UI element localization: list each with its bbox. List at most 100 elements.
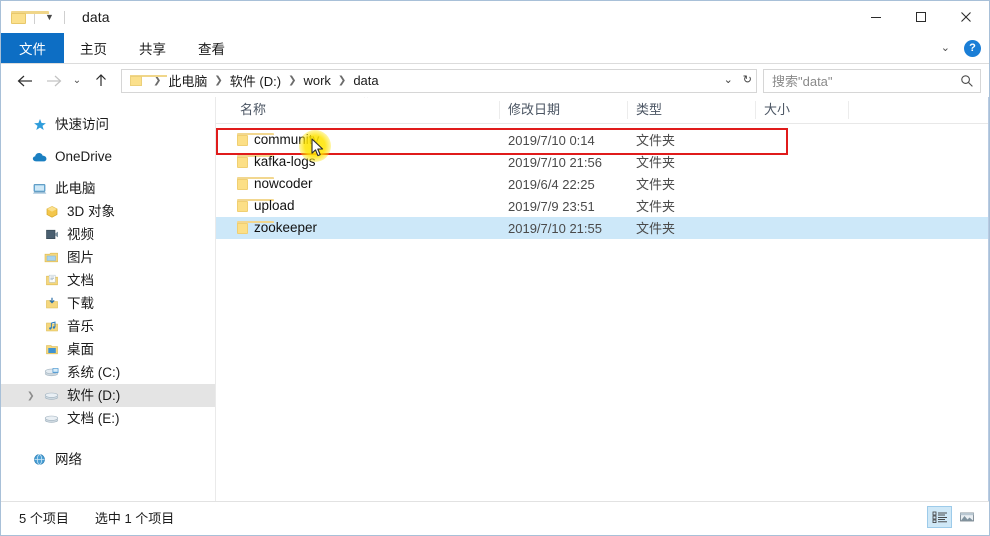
- sidebar-item-network[interactable]: 网络: [1, 448, 216, 471]
- sidebar-item-onedrive[interactable]: OneDrive: [1, 145, 216, 168]
- breadcrumb-separator[interactable]: ❯: [148, 75, 166, 86]
- explorer-body: 快速访问 OneDrive 此电脑 3D 对象 视频 图片 文档 下载 音乐 桌…: [1, 97, 989, 501]
- column-headers: 名称 ⌃ 修改日期 类型 大小: [216, 97, 989, 124]
- table-row[interactable]: kafka-logs 2019/7/10 21:56 文件夹: [216, 151, 989, 173]
- sidebar-item-downloads[interactable]: 下载: [1, 292, 216, 315]
- file-date: 2019/7/10 21:55: [508, 221, 602, 236]
- close-icon[interactable]: [943, 1, 989, 33]
- chevron-down-icon[interactable]: ⌄: [724, 75, 733, 86]
- sidebar-item-3d-objects[interactable]: 3D 对象: [1, 200, 216, 223]
- tab-file[interactable]: 文件: [1, 33, 64, 63]
- file-type: 文件夹: [636, 221, 676, 236]
- minimize-icon[interactable]: [853, 1, 898, 33]
- sidebar-item-label: 3D 对象: [67, 203, 116, 219]
- desktop-icon: [43, 342, 60, 358]
- selection-count-label: 选中 1 个项目: [94, 510, 175, 526]
- music-icon: [43, 319, 60, 335]
- window-controls: [853, 1, 989, 33]
- large-icons-view-icon[interactable]: [954, 506, 979, 528]
- vertical-scrollbar[interactable]: [988, 97, 989, 501]
- file-type: 文件夹: [636, 133, 676, 148]
- breadcrumb-item-3[interactable]: data: [351, 73, 380, 88]
- sidebar-item-label: OneDrive: [55, 148, 113, 164]
- sidebar-item-label: 音乐: [67, 318, 94, 334]
- view-mode-buttons: [927, 502, 979, 532]
- sidebar-item-quick-access[interactable]: 快速访问: [1, 113, 216, 136]
- system-drive-icon: [43, 365, 60, 381]
- file-rows: community 2019/7/10 0:14 文件夹 kafka-logs …: [216, 124, 989, 239]
- file-date: 2019/6/4 22:25: [508, 177, 595, 192]
- sidebar-item-pictures[interactable]: 图片: [1, 246, 216, 269]
- network-icon: [31, 452, 48, 468]
- sidebar-item-music[interactable]: 音乐: [1, 315, 216, 338]
- search-input[interactable]: 搜索"data": [763, 68, 981, 93]
- tab-home[interactable]: 主页: [64, 33, 123, 63]
- maximize-icon[interactable]: [898, 1, 943, 33]
- column-header-name[interactable]: 名称: [240, 103, 266, 116]
- videos-icon: [43, 227, 60, 243]
- arrow-right-icon[interactable]: [39, 67, 67, 95]
- chevron-down-icon[interactable]: ⌄: [938, 41, 953, 56]
- refresh-icon[interactable]: ↻: [743, 75, 752, 86]
- file-date: 2019/7/10 21:56: [508, 155, 602, 170]
- downloads-icon: [43, 296, 60, 312]
- divider: [64, 10, 65, 24]
- table-row[interactable]: community 2019/7/10 0:14 文件夹: [216, 129, 989, 151]
- sidebar-item-system-drive[interactable]: 系统 (C:): [1, 361, 216, 384]
- column-header-date[interactable]: 修改日期: [508, 103, 560, 116]
- column-divider[interactable]: [755, 101, 756, 119]
- column-divider[interactable]: [499, 101, 500, 119]
- sidebar-item-this-pc[interactable]: 此电脑: [1, 177, 216, 200]
- item-count-label: 5 个项目: [19, 510, 69, 526]
- ribbon-tab-bar: 文件 主页 共享 查看 ⌄ ?: [1, 33, 989, 63]
- details-view-icon[interactable]: [927, 506, 952, 528]
- column-divider[interactable]: [848, 101, 849, 119]
- chevron-right-icon[interactable]: ❯: [27, 391, 35, 400]
- sidebar-item-label: 桌面: [67, 341, 94, 357]
- file-name: upload: [254, 198, 295, 213]
- breadcrumb-separator[interactable]: ❯: [333, 75, 351, 86]
- arrow-up-icon[interactable]: [87, 67, 115, 95]
- ribbon-right-controls: ⌄ ?: [938, 33, 981, 63]
- column-header-type[interactable]: 类型: [636, 103, 662, 116]
- file-explorer-window: ▼ data 文件 主页 共享 查看 ⌄ ? ⌄ ❯ 此电脑 ❯ 软件 (D:)…: [0, 0, 990, 536]
- mouse-cursor: [311, 138, 325, 161]
- breadcrumb-item-2[interactable]: work: [301, 73, 332, 88]
- help-icon[interactable]: ?: [964, 39, 981, 57]
- sidebar-item-desktop[interactable]: 桌面: [1, 338, 216, 361]
- table-row[interactable]: upload 2019/7/9 23:51 文件夹: [216, 195, 989, 217]
- search-icon[interactable]: [960, 74, 974, 88]
- sidebar-item-label: 系统 (C:): [67, 364, 121, 380]
- column-divider[interactable]: [627, 101, 628, 119]
- table-row-selected[interactable]: zookeeper 2019/7/10 21:55 文件夹: [216, 217, 989, 239]
- sidebar-item-label: 下载: [67, 295, 94, 311]
- breadcrumb-separator[interactable]: ❯: [283, 75, 301, 86]
- tab-share[interactable]: 共享: [123, 33, 182, 63]
- breadcrumb-item-1[interactable]: 软件 (D:): [228, 71, 283, 90]
- sidebar-item-videos[interactable]: 视频: [1, 223, 216, 246]
- sidebar-item-software-drive[interactable]: ❯ 软件 (D:): [1, 384, 216, 407]
- documents-icon: [43, 273, 60, 289]
- folder-icon[interactable]: [11, 10, 49, 24]
- table-row[interactable]: nowcoder 2019/6/4 22:25 文件夹: [216, 173, 989, 195]
- column-header-size[interactable]: 大小: [764, 103, 790, 116]
- navigation-pane: 快速访问 OneDrive 此电脑 3D 对象 视频 图片 文档 下载 音乐 桌…: [1, 97, 216, 501]
- sidebar-item-label: 视频: [67, 226, 94, 242]
- arrow-left-icon[interactable]: [11, 67, 39, 95]
- sidebar-item-label: 图片: [67, 249, 94, 265]
- pictures-icon: [43, 250, 60, 266]
- sidebar-item-documents[interactable]: 文档: [1, 269, 216, 292]
- tab-view[interactable]: 查看: [182, 33, 241, 63]
- chevron-down-icon[interactable]: ⌄: [67, 67, 87, 95]
- breadcrumb-item-0[interactable]: 此电脑: [166, 71, 209, 90]
- sidebar-item-documents-drive[interactable]: 文档 (E:): [1, 407, 216, 430]
- search-placeholder: 搜索"data": [772, 74, 833, 89]
- breadcrumb[interactable]: ❯ 此电脑 ❯ 软件 (D:) ❯ work ❯ data ⌄ ↻: [121, 68, 757, 93]
- file-type: 文件夹: [636, 199, 676, 214]
- file-type: 文件夹: [636, 155, 676, 170]
- address-bar-row: ⌄ ❯ 此电脑 ❯ 软件 (D:) ❯ work ❯ data ⌄ ↻ 搜索"d…: [1, 64, 989, 97]
- file-list-pane: 名称 ⌃ 修改日期 类型 大小 community 2019/7/10 0:14…: [216, 97, 989, 501]
- breadcrumb-separator[interactable]: ❯: [209, 75, 227, 86]
- sidebar-item-label: 快速访问: [55, 116, 109, 132]
